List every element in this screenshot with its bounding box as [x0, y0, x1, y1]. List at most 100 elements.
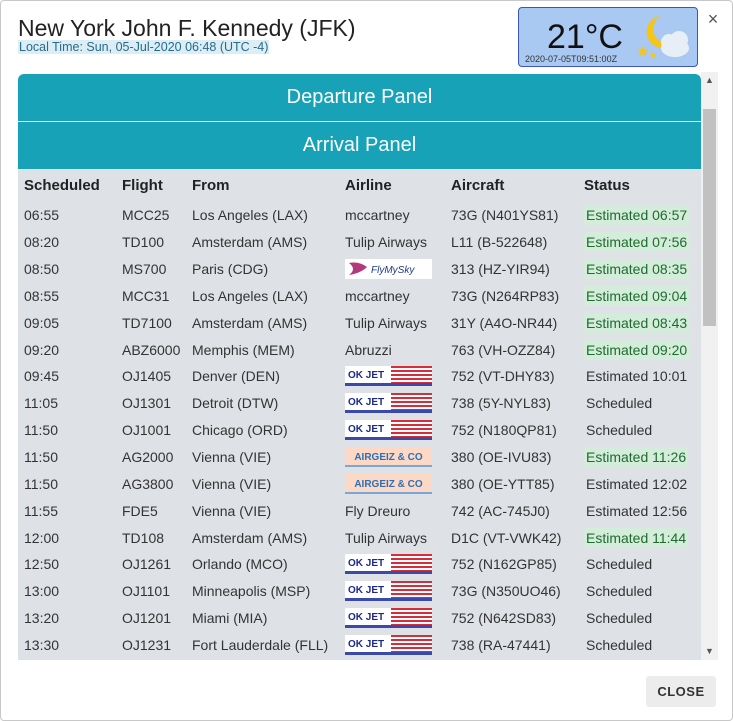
cell-aircraft: 31Y (A4O-NR44) — [451, 314, 558, 331]
scroll-down-icon[interactable]: ▼ — [701, 643, 718, 660]
cell-airline: mccartney — [345, 207, 410, 224]
scrollbar[interactable]: ▲ ▼ — [701, 72, 718, 660]
cell-from: Vienna (VIE) — [192, 449, 272, 466]
status-badge: Scheduled — [586, 395, 653, 412]
cell-status: Scheduled — [578, 551, 701, 578]
svg-text:AIRGEIZ & CO: AIRGEIZ & CO — [354, 479, 423, 490]
header-airline: Airline — [345, 177, 392, 194]
status-badge: Scheduled — [586, 583, 653, 600]
table-row: 08:50 MS700 Paris (CDG) FlyMySky 313 (HZ-YIR… — [18, 256, 701, 283]
status-badge: Estimated 08:43 — [584, 312, 690, 333]
cell-from: Detroit (DTW) — [192, 395, 279, 412]
cell-airline: Tulip Airways — [345, 314, 427, 331]
svg-text:OK JET: OK JET — [348, 612, 384, 623]
cell-aircraft: L11 (B-522648) — [451, 234, 548, 251]
cell-from: Denver (DEN) — [192, 368, 280, 385]
departure-panel-button[interactable]: Departure Panel — [18, 74, 701, 121]
scrollbar-thumb[interactable] — [703, 109, 716, 326]
header-scheduled: Scheduled — [24, 177, 100, 194]
arrivals-table: Scheduled Flight From Airline Aircraft S… — [18, 169, 701, 658]
table-row: 13:00 OJ1101 Minneapolis (MSP) OK JET 73G (N… — [18, 578, 701, 605]
cell-scheduled: 11:50 — [24, 422, 58, 439]
status-badge: Estimated 10:01 — [586, 368, 688, 385]
cell-scheduled: 13:20 — [24, 610, 60, 627]
cell-airline: Fly Dreuro — [345, 502, 411, 519]
table-row: 08:55 MCC31 Los Angeles (LAX) mccartney 73G … — [18, 283, 701, 310]
cell-flight: FDE5 — [122, 502, 158, 519]
cell-scheduled: 09:20 — [24, 341, 60, 358]
status-badge: Estimated 12:02 — [586, 475, 688, 492]
cell-airline: OK JET — [339, 605, 445, 632]
status-badge: Estimated 08:35 — [584, 259, 690, 280]
table-row: 09:45 OJ1405 Denver (DEN) OK JET 752 (VT-DHY… — [18, 363, 701, 390]
moon-cloud-icon — [638, 16, 689, 58]
cell-from: Memphis (MEM) — [192, 341, 295, 358]
close-button[interactable]: CLOSE — [646, 676, 716, 707]
status-badge: Scheduled — [586, 422, 653, 439]
flights-scroll-area: Departure Panel Arrival Panel Scheduled … — [18, 72, 718, 660]
cell-airline: OK JET — [339, 551, 445, 578]
table-row: 11:50 AG3800 Vienna (VIE) AIRGEIZ & CO 380 (… — [18, 470, 701, 497]
close-icon[interactable]: × — [705, 10, 721, 28]
cell-scheduled: 06:55 — [24, 207, 60, 224]
flight-dialog: New York John F. Kennedy (JFK) Local Tim… — [0, 0, 733, 721]
table-row: 13:30 OJ1231 Fort Lauderdale (FLL) OK JET 73… — [18, 632, 701, 659]
weather-widget: 21°C 2020-07-05T09:51:00Z — [518, 7, 698, 67]
header-from: From — [192, 177, 230, 194]
cell-from: Miami (MIA) — [192, 610, 268, 627]
airline-logo: OK JET — [345, 581, 432, 602]
status-badge: Estimated 11:44 — [584, 527, 689, 548]
cell-scheduled: 13:30 — [24, 636, 60, 653]
cell-aircraft: 763 (VH-OZZ84) — [451, 341, 556, 358]
cell-scheduled: 09:45 — [24, 368, 60, 385]
cell-from: Amsterdam (AMS) — [192, 234, 308, 251]
cell-airline: Abruzzi — [345, 341, 392, 358]
cell-airline: mccartney — [345, 287, 410, 304]
table-row: 09:20 ABZ6000 Memphis (MEM) Abruzzi 763 (VH-… — [18, 336, 701, 363]
cell-scheduled: 12:00 — [24, 529, 60, 546]
cell-aircraft: 380 (OE-IVU83) — [451, 449, 552, 466]
svg-text:OK JET: OK JET — [348, 585, 384, 596]
table-row: 08:20 TD100 Amsterdam (AMS) Tulip Airways L1… — [18, 229, 701, 256]
cell-aircraft: 738 (5Y-NYL83) — [451, 395, 551, 412]
status-badge: Estimated 12:56 — [586, 502, 688, 519]
cell-scheduled: 11:55 — [24, 502, 58, 519]
arrivals-table-container: Scheduled Flight From Airline Aircraft S… — [18, 169, 701, 660]
table-row: 11:50 OJ1001 Chicago (ORD) OK JET 752 (N180Q… — [18, 417, 701, 444]
arrival-panel-button[interactable]: Arrival Panel — [18, 122, 701, 169]
airline-logo: OK JET — [345, 393, 432, 414]
cell-aircraft: 752 (VT-DHY83) — [451, 368, 555, 385]
scroll-up-icon[interactable]: ▲ — [701, 72, 718, 89]
cell-status: Estimated 12:56 — [578, 497, 701, 524]
cell-from: Fort Lauderdale (FLL) — [192, 636, 329, 653]
cell-status: Estimated 09:20 — [578, 336, 701, 363]
cell-aircraft: 738 (RA-47441) — [451, 636, 551, 653]
cell-status: Estimated 11:44 — [578, 524, 701, 551]
cell-scheduled: 11:50 — [24, 475, 58, 492]
cell-flight: TD108 — [122, 529, 165, 546]
temperature: 21°C — [547, 18, 623, 56]
cell-aircraft: 73G (N401YS81) — [451, 207, 559, 224]
cell-status: Estimated 06:57 — [578, 202, 701, 229]
local-time: Local Time: Sun, 05-Jul-2020 06:48 (UTC … — [18, 40, 270, 54]
cell-status: Scheduled — [578, 578, 701, 605]
cell-scheduled: 13:00 — [24, 583, 60, 600]
cell-aircraft: 752 (N642SD83) — [451, 610, 557, 627]
cell-airline: FlyMySky — [339, 256, 445, 283]
cell-flight: TD100 — [122, 234, 165, 251]
cell-aircraft: 380 (OE-YTT85) — [451, 475, 555, 492]
svg-text:FlyMySky: FlyMySky — [371, 265, 415, 276]
cell-from: Amsterdam (AMS) — [192, 314, 308, 331]
airline-logo: OK JET — [345, 634, 432, 655]
cell-status: Scheduled — [578, 605, 701, 632]
cell-flight: MS700 — [122, 261, 167, 278]
cell-aircraft: D1C (VT-VWK42) — [451, 529, 562, 546]
cell-status: Estimated 08:43 — [578, 309, 701, 336]
cell-flight: ABZ6000 — [122, 341, 181, 358]
cell-from: Minneapolis (MSP) — [192, 583, 311, 600]
cell-flight: MCC25 — [122, 207, 170, 224]
table-row: 13:20 OJ1201 Miami (MIA) OK JET 752 (N642SD8… — [18, 605, 701, 632]
cell-status: Estimated 07:56 — [578, 229, 701, 256]
cell-airline: Tulip Airways — [345, 234, 427, 251]
cell-aircraft: 742 (AC-745J0) — [451, 502, 550, 519]
